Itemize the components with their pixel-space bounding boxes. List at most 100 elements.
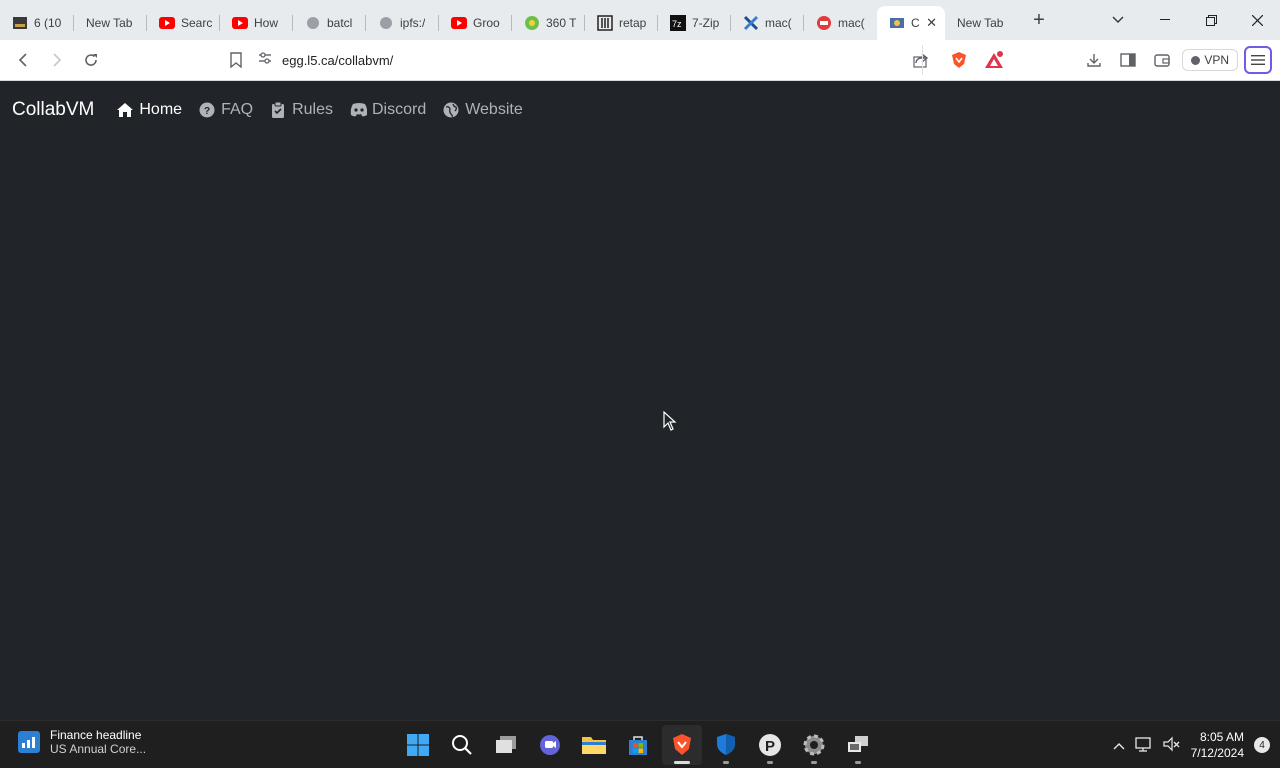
svg-text:P: P: [765, 738, 775, 755]
wallet-button[interactable]: [1148, 46, 1176, 74]
site-settings-icon[interactable]: [258, 51, 272, 70]
forward-button[interactable]: [43, 46, 71, 74]
svg-text:?: ?: [204, 106, 210, 117]
bookmark-button[interactable]: [222, 46, 250, 74]
browser-tab[interactable]: batcl: [293, 7, 366, 39]
news-widget[interactable]: Finance headline US Annual Core...: [18, 728, 146, 756]
p-logo-icon: P: [759, 734, 781, 756]
brave-shields-icon[interactable]: [950, 51, 968, 74]
windows-logo-icon: [407, 734, 429, 756]
system-tray: 8:05 AM 7/12/2024 4: [1113, 729, 1270, 761]
nav-discord[interactable]: Discord: [349, 101, 426, 119]
browser-tab[interactable]: ipfs:/: [366, 7, 439, 39]
mouse-cursor-icon: [663, 410, 677, 436]
start-button[interactable]: [398, 725, 438, 765]
window-controls: [1142, 0, 1280, 40]
store-button[interactable]: [618, 725, 658, 765]
psiphon-app-button[interactable]: P: [750, 725, 790, 765]
computers-icon: [848, 736, 868, 752]
home-icon: [116, 102, 134, 118]
clock-date: 7/12/2024: [1190, 746, 1244, 760]
back-button[interactable]: [9, 46, 37, 74]
nav-rules[interactable]: Rules: [269, 101, 333, 119]
collabvm-icon: [889, 15, 905, 31]
nav-website[interactable]: Website: [442, 101, 523, 119]
windows-taskbar: Finance headline US Annual Core... P 8:0…: [0, 720, 1280, 768]
close-tab-icon[interactable]: ✕: [926, 15, 937, 31]
settings-app-button[interactable]: [794, 725, 834, 765]
youtube-icon: [232, 15, 248, 31]
reload-icon: [85, 54, 97, 66]
teams-chat-icon: [540, 735, 560, 755]
download-icon: [1087, 54, 1102, 67]
question-circle-icon: ?: [198, 102, 216, 118]
tab-search-button[interactable]: [1104, 6, 1132, 34]
volume-muted-icon[interactable]: [1163, 736, 1181, 755]
arrow-left-icon: [18, 53, 27, 67]
brave-app-button[interactable]: [662, 725, 702, 765]
browser-tab[interactable]: retap: [585, 7, 658, 39]
chevron-down-icon: [1112, 16, 1124, 23]
downloads-button[interactable]: [1080, 46, 1108, 74]
chat-button[interactable]: [530, 725, 570, 765]
archive-icon: [597, 15, 613, 31]
browser-tab[interactable]: New Tab: [945, 7, 1019, 39]
reload-button[interactable]: [77, 46, 105, 74]
youtube-icon: [451, 15, 467, 31]
active-indicator: [674, 761, 690, 764]
new-tab-button[interactable]: +: [1021, 6, 1057, 34]
share-icon[interactable]: [913, 52, 929, 73]
address-bar[interactable]: egg.l5.ca/collabvm/: [258, 45, 1008, 75]
nav-home[interactable]: Home: [116, 101, 182, 119]
clipboard-check-icon: [269, 101, 287, 118]
browser-tab[interactable]: How: [220, 7, 293, 39]
red-circle-icon: [816, 15, 832, 31]
file-explorer-button[interactable]: [574, 725, 614, 765]
search-button[interactable]: [442, 725, 482, 765]
widget-headline: Finance headline: [50, 728, 142, 742]
clock-time: 8:05 AM: [1199, 730, 1244, 744]
sidebar-button[interactable]: [1114, 46, 1142, 74]
page-content: CollabVM Home ? FAQ Rules Discord Websit…: [0, 81, 1280, 720]
vm-app-button[interactable]: [838, 725, 878, 765]
chevron-up-icon[interactable]: [1113, 738, 1125, 753]
hamburger-icon: [1251, 55, 1265, 65]
tab-list: 6 (10 New Tab Searc How batcl ipfs:/ Gro…: [0, 0, 1057, 40]
vpn-button[interactable]: VPN: [1182, 49, 1238, 71]
nav-faq[interactable]: ? FAQ: [198, 101, 253, 119]
wallet-icon: [1154, 54, 1171, 67]
brave-rewards-icon[interactable]: [984, 50, 1004, 74]
browser-tab-strip: 6 (10 New Tab Searc How batcl ipfs:/ Gro…: [0, 0, 1280, 40]
browser-tab[interactable]: Groo: [439, 7, 512, 39]
folder-icon: [582, 737, 606, 754]
x-icon: [743, 15, 759, 31]
widget-subtitle: US Annual Core...: [50, 742, 147, 756]
brave-icon: [673, 734, 691, 755]
browser-tab[interactable]: mac(: [804, 7, 877, 39]
browser-tab[interactable]: mac(: [731, 7, 804, 39]
finance-chart-icon: [18, 731, 40, 753]
network-icon[interactable]: [1134, 736, 1153, 755]
minimize-button[interactable]: [1142, 0, 1188, 40]
restore-button[interactable]: [1188, 0, 1234, 40]
task-view-icon: [496, 736, 516, 753]
running-indicator: [723, 761, 729, 764]
main-menu-button[interactable]: [1244, 46, 1272, 74]
close-window-button[interactable]: [1234, 0, 1280, 40]
defender-app-button[interactable]: [706, 725, 746, 765]
notification-badge[interactable]: 4: [1254, 737, 1270, 753]
running-indicator: [811, 761, 817, 764]
browser-tab[interactable]: Searc: [147, 7, 220, 39]
browser-tab[interactable]: New Tab: [74, 7, 147, 39]
brand-link[interactable]: CollabVM: [12, 99, 94, 121]
bookmark-icon: [230, 52, 242, 68]
browser-tab-active[interactable]: C ✕: [877, 6, 945, 40]
gear-icon: [803, 734, 825, 756]
browser-tab[interactable]: 6 (10: [0, 7, 74, 39]
browser-tab[interactable]: 7z 7-Zip: [658, 7, 731, 39]
task-view-button[interactable]: [486, 725, 526, 765]
globe-icon: [442, 102, 460, 118]
svg-text:7z: 7z: [672, 19, 682, 29]
browser-tab[interactable]: 360 T: [512, 7, 585, 39]
clock[interactable]: 8:05 AM 7/12/2024: [1191, 729, 1244, 761]
